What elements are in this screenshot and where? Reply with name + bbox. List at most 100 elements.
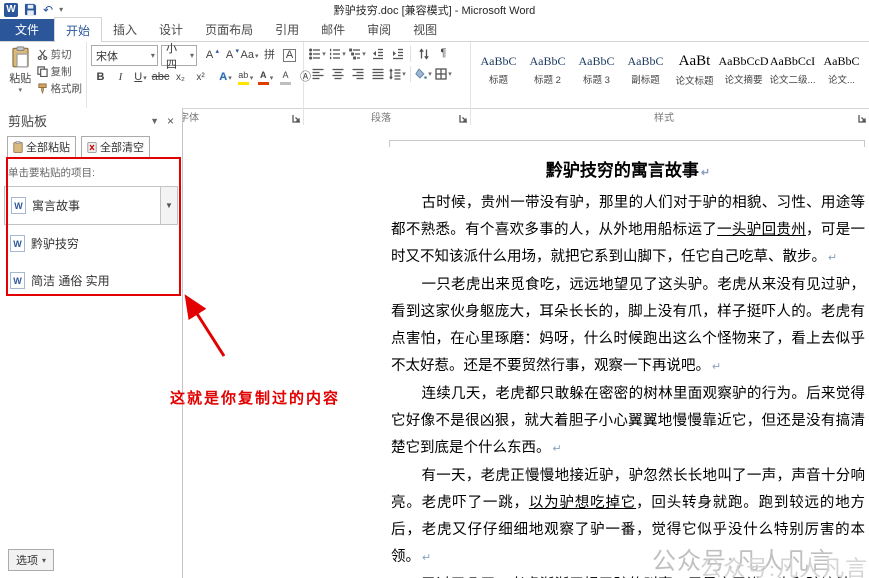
line-spacing-button[interactable] (388, 65, 407, 82)
bullets-button[interactable] (308, 45, 327, 62)
clipboard-item-label: 黔驴技穷 (31, 235, 79, 252)
word-document-icon: W (11, 197, 26, 214)
font-color-button[interactable]: A (256, 69, 275, 86)
pane-options-label: 选项 (16, 552, 38, 568)
style-item[interactable]: AaBbCcI论文二级... (769, 47, 816, 93)
style-item[interactable]: AaBbC标题 (475, 47, 522, 93)
paste-icon (11, 46, 30, 68)
window-title: 黔驴技穷.doc [兼容模式] - Microsoft Word (0, 2, 869, 18)
pane-menu-icon[interactable]: ▼ (150, 116, 159, 126)
font-size-combo[interactable]: 小四 (161, 45, 197, 66)
font-name-combo[interactable]: 宋体 (91, 45, 158, 66)
clipboard-hint: 单击要粘贴的项目: (0, 164, 182, 186)
tab-design[interactable]: 设计 (148, 17, 194, 41)
document-area[interactable]: 黔驴技穷的寓言故事 古时候，贵州一带没有驴，那里的人们对于驴的相貌、习性、用途等… (183, 108, 869, 578)
strikethrough-button[interactable]: abc (151, 69, 170, 86)
pane-close-icon[interactable]: × (167, 114, 174, 128)
save-icon[interactable] (24, 3, 37, 16)
style-item[interactable]: AaBt论文标题 (671, 47, 718, 93)
style-name: 标题 (489, 72, 508, 86)
document-paragraph: 连续几天，老虎都只敢躲在密密的树林里面观察驴的行为。后来觉得它好像不是很凶狠，就… (391, 381, 865, 463)
paragraph-dialog-launcher-icon[interactable] (459, 114, 468, 123)
justify-button[interactable] (368, 65, 387, 82)
borders-button[interactable] (434, 65, 453, 82)
style-item[interactable]: AaBbC副标题 (622, 47, 669, 93)
sort-button[interactable] (414, 45, 433, 62)
format-painter-button[interactable]: 格式刷 (37, 81, 83, 96)
tab-file[interactable]: 文件 (0, 17, 54, 41)
clipboard-item[interactable]: W 寓言故事 ▼ (4, 186, 178, 225)
undo-icon[interactable]: ↶ (43, 4, 53, 16)
change-case-button[interactable]: Aa (240, 47, 259, 64)
tab-view[interactable]: 视图 (402, 17, 448, 41)
tab-layout[interactable]: 页面布局 (194, 17, 264, 41)
document-paragraph: 一只老虎出来觅食吃，远远地望见了这头驴。老虎从来没有见过驴，看到这家伙身躯庞大，… (391, 272, 865, 381)
word-window: W ↶ ▾ 黔驴技穷.doc [兼容模式] - Microsoft Word 文… (0, 0, 869, 578)
clear-all-button[interactable]: 全部清空 (81, 136, 150, 158)
style-name: 论文标题 (675, 73, 713, 87)
styles-dialog-launcher-icon[interactable] (858, 114, 867, 123)
style-preview: AaBbCcD (719, 54, 769, 69)
ribbon: 粘贴 ▾ 剪切 复制 格式刷 剪贴板 (0, 41, 869, 109)
italic-button[interactable]: I (111, 69, 130, 86)
highlight-color-button[interactable]: ab (236, 69, 255, 86)
clipboard-item-label: 寓言故事 (32, 197, 80, 214)
ribbon-group-paragraph: ¶ 段落 (304, 42, 471, 125)
style-preview: AaBbCcI (770, 54, 815, 69)
pinyin-guide-button[interactable]: 拼 (260, 47, 279, 64)
style-item[interactable]: AaBbC标题 2 (524, 47, 571, 93)
style-item[interactable]: AaBbC标题 3 (573, 47, 620, 93)
tab-review[interactable]: 审阅 (356, 17, 402, 41)
subscript-button[interactable]: x₂ (171, 69, 190, 86)
tab-home[interactable]: 开始 (54, 17, 102, 42)
clipboard-items: W 寓言故事 ▼W黔驴技穷▼W简洁 通俗 实用▼ (0, 186, 182, 299)
style-preview: AaBbC (824, 54, 860, 69)
tab-insert[interactable]: 插入 (102, 17, 148, 41)
tab-mailings[interactable]: 邮件 (310, 17, 356, 41)
increase-indent-button[interactable] (388, 45, 407, 62)
multilevel-list-button[interactable] (348, 45, 367, 62)
copy-label: 复制 (51, 64, 72, 79)
paste-button[interactable]: 粘贴 ▾ (4, 45, 37, 111)
document-paragraph: 又过了几天，老虎渐渐习惯了驴的叫声，于是它又进一步和驴接触，以便更深入地了解它。… (391, 572, 865, 578)
clipboard-item-dropdown-icon[interactable]: ▼ (160, 187, 177, 224)
style-name: 论文摘要 (724, 72, 762, 86)
qat-customize-icon[interactable]: ▾ (59, 5, 63, 14)
show-paragraph-marks-button[interactable]: ¶ (434, 45, 453, 62)
style-name: 论文... (828, 72, 855, 86)
copy-button[interactable]: 复制 (37, 64, 83, 79)
style-item[interactable]: AaBbCcD 论文摘要 (720, 47, 767, 93)
pane-options-button[interactable]: 选项 (8, 549, 54, 571)
cut-button[interactable]: 剪切 (37, 47, 83, 62)
grow-font-button[interactable]: A (200, 47, 219, 64)
style-item[interactable]: AaBbC 论文... (818, 47, 865, 93)
shading-button[interactable] (414, 65, 433, 82)
superscript-button[interactable]: x² (191, 69, 210, 86)
document-title: 黔驴技穷的寓言故事 (391, 156, 865, 188)
font-dialog-launcher-icon[interactable] (292, 114, 301, 123)
font-name-value: 宋体 (96, 48, 118, 64)
ribbon-tabs: 文件开始插入设计页面布局引用邮件审阅视图 (0, 19, 869, 41)
copy-icon (37, 66, 48, 77)
bold-button[interactable]: B (91, 69, 110, 86)
cut-label: 剪切 (51, 47, 72, 62)
align-left-button[interactable] (308, 65, 327, 82)
character-border-button[interactable]: A (280, 47, 299, 64)
character-shading-button[interactable]: A (276, 69, 295, 86)
style-preview: AaBbC (628, 54, 664, 69)
tab-references[interactable]: 引用 (264, 17, 310, 41)
underline-button[interactable]: U (131, 69, 150, 86)
styles-group-label: 样式 (471, 109, 857, 124)
paste-all-button[interactable]: 全部粘贴 (7, 136, 76, 158)
document-paragraph: 古时候，贵州一带没有驴，那里的人们对于驴的相貌、习性、用途等都不熟悉。有个喜欢多… (391, 190, 865, 272)
shrink-font-button[interactable]: A (220, 47, 239, 64)
numbering-button[interactable] (328, 45, 347, 62)
document-page[interactable]: 黔驴技穷的寓言故事 古时候，贵州一带没有驴，那里的人们对于驴的相貌、习性、用途等… (381, 120, 869, 578)
decrease-indent-button[interactable] (368, 45, 387, 62)
clipboard-item[interactable]: W简洁 通俗 实用▼ (4, 262, 178, 299)
style-preview: AaBbC (530, 54, 566, 69)
align-center-button[interactable] (328, 65, 347, 82)
text-effects-button[interactable]: A (216, 69, 235, 86)
clipboard-item[interactable]: W黔驴技穷▼ (4, 225, 178, 262)
align-right-button[interactable] (348, 65, 367, 82)
